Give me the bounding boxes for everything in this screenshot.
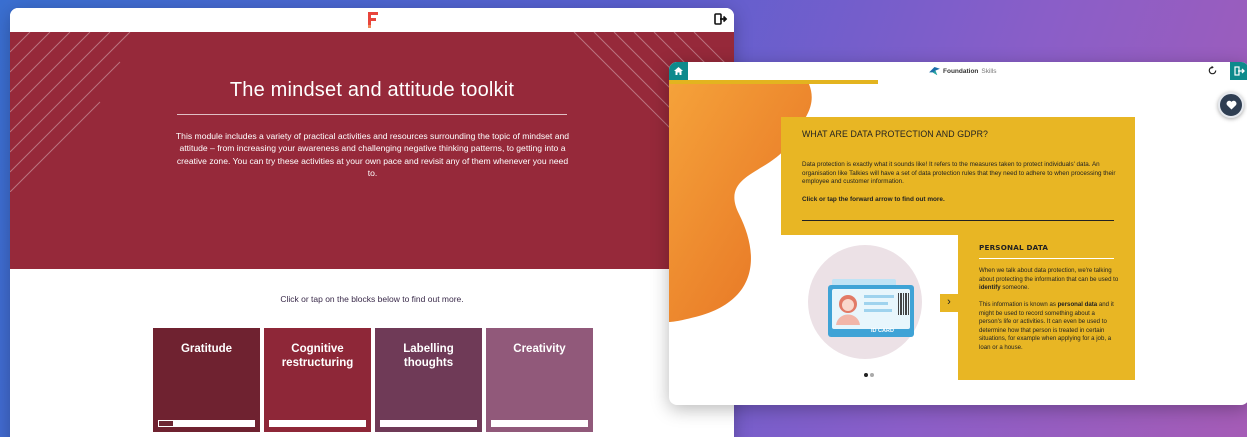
- id-card-icon: [808, 245, 922, 359]
- id-card-illustration: ID CARD: [808, 245, 928, 370]
- block-gratitude[interactable]: Gratitude: [153, 328, 260, 432]
- instruction-text: Click or tap on the blocks below to find…: [280, 294, 464, 304]
- home-button[interactable]: [669, 62, 688, 80]
- block-creativity[interactable]: Creativity: [486, 328, 593, 432]
- carousel-dot[interactable]: [864, 373, 868, 377]
- card-paragraph: Data protection is exactly what it sound…: [802, 161, 1116, 186]
- hero-banner: The mindset and attitude toolkit This mo…: [10, 32, 734, 269]
- card-heading: WHAT ARE DATA PROTECTION AND GDPR?: [802, 129, 989, 139]
- block-cognitive-restructuring[interactable]: Cognitive restructuring: [264, 328, 371, 432]
- home-icon: [674, 67, 683, 75]
- carousel-dots: [864, 373, 874, 377]
- card-heading: PERSONAL DATA: [979, 243, 1049, 252]
- top-bar: [10, 8, 734, 32]
- block-label: Creativity: [513, 343, 566, 355]
- block-label: Cognitive restructuring: [281, 343, 354, 369]
- course-window: Foundation Skills WHAT ARE DATA PROTECTI…: [669, 62, 1247, 405]
- personal-data-card: PERSONAL DATA When we talk about data pr…: [958, 235, 1135, 380]
- exit-icon: [1234, 66, 1245, 76]
- block-progress-bar: [269, 420, 366, 427]
- block-label: Gratitude: [180, 343, 233, 355]
- next-button[interactable]: ›: [940, 294, 958, 312]
- brand-logo-icon: [368, 12, 378, 28]
- brand-name: Foundation: [943, 68, 979, 75]
- id-card-label: ID CARD: [871, 328, 894, 334]
- block-labelling-thoughts[interactable]: Labelling thoughts: [375, 328, 482, 432]
- heart-icon: [1226, 100, 1236, 110]
- block-label: Labelling thoughts: [403, 343, 454, 369]
- divider: [177, 114, 567, 115]
- refresh-icon[interactable]: [1207, 65, 1218, 76]
- data-protection-card: WHAT ARE DATA PROTECTION AND GDPR? Data …: [781, 117, 1135, 235]
- page-title: The mindset and attitude toolkit: [229, 79, 515, 101]
- block-progress-bar: [491, 420, 588, 427]
- card-paragraph: When we talk about data protection, we'r…: [979, 267, 1119, 292]
- bird-logo-icon: [929, 67, 940, 76]
- block-progress-bar: [158, 420, 255, 427]
- exit-button[interactable]: [1230, 62, 1247, 80]
- card-paragraph: This information is known as personal da…: [979, 301, 1114, 351]
- card-instruction: Click or tap the forward arrow to find o…: [802, 196, 945, 203]
- favourite-button[interactable]: [1218, 92, 1244, 118]
- exit-icon[interactable]: [714, 12, 728, 26]
- block-progress-bar: [380, 420, 477, 427]
- divider: [979, 258, 1114, 259]
- toolkit-window: The mindset and attitude toolkit This mo…: [10, 8, 734, 437]
- top-bar: Foundation Skills: [669, 62, 1247, 80]
- brand-logo: Foundation Skills: [929, 66, 997, 77]
- module-description: This module includes a variety of practi…: [175, 131, 570, 179]
- divider: [802, 220, 1114, 221]
- brand-suffix: Skills: [981, 68, 997, 75]
- carousel-dot[interactable]: [870, 373, 874, 377]
